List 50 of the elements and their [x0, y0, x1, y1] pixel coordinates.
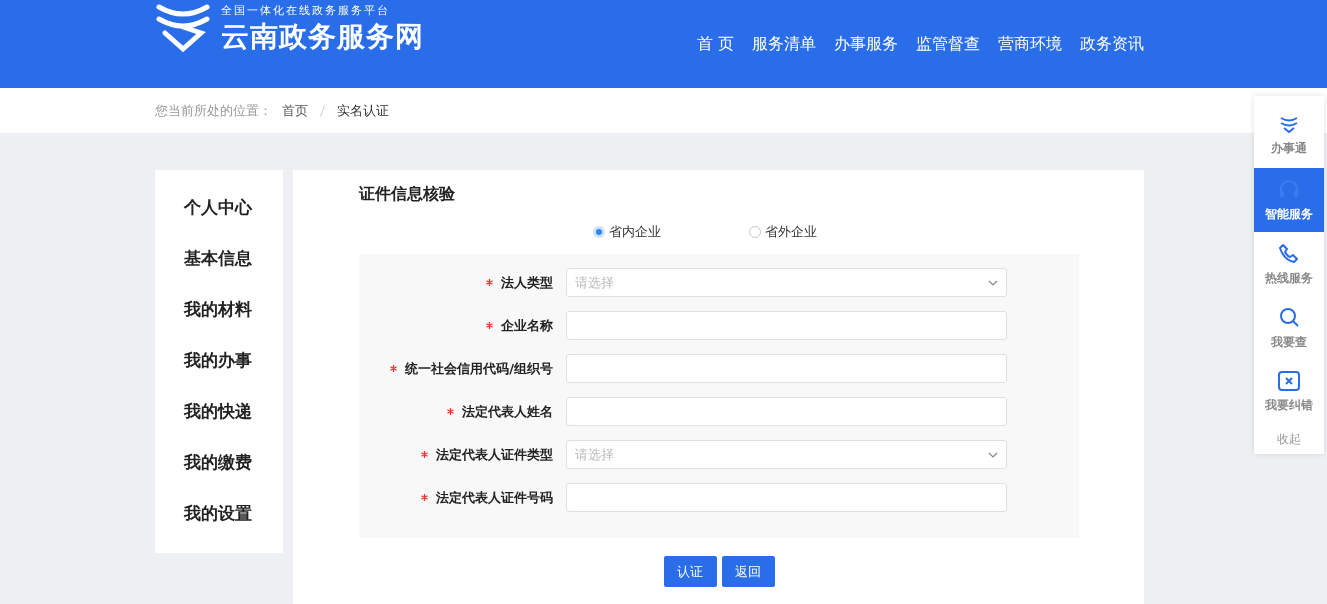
- field-label: 法定代表人证件号码: [436, 488, 553, 507]
- side-tool-button[interactable]: 智能服务: [1254, 168, 1324, 232]
- nav-link[interactable]: 办事服务: [834, 33, 898, 55]
- logo-icon: [155, 3, 211, 55]
- search-icon: [1278, 305, 1300, 328]
- input-field[interactable]: [566, 397, 1007, 426]
- field-label: 法定代表人姓名: [462, 402, 553, 421]
- sidebar-item[interactable]: 我的材料: [155, 298, 283, 324]
- breadcrumb-current: 实名认证: [337, 101, 389, 120]
- side-tool-button[interactable]: 办事通: [1254, 104, 1324, 168]
- sidebar-item[interactable]: 个人中心: [155, 196, 283, 222]
- slogan-text: 全国一体化在线政务服务平台: [221, 2, 391, 18]
- chevron-down-icon: [988, 451, 998, 458]
- select-placeholder: 请选择: [575, 445, 614, 464]
- field-label: 企业名称: [501, 316, 553, 335]
- sidebar-item[interactable]: 我的设置: [155, 502, 283, 528]
- site-title: 云南政务服务网: [221, 18, 424, 55]
- nav-link[interactable]: 首 页: [696, 33, 734, 55]
- input-field[interactable]: [566, 311, 1007, 340]
- nav-link[interactable]: 服务清单: [752, 33, 816, 55]
- phone-icon: [1278, 241, 1300, 264]
- side-tool-button[interactable]: 热线服务: [1254, 232, 1324, 296]
- radio-dot[interactable]: [749, 226, 761, 238]
- sidebar-item[interactable]: 我的办事: [155, 349, 283, 375]
- side-tool-button[interactable]: 我要查: [1254, 296, 1324, 360]
- nav-link[interactable]: 监管督查: [916, 33, 980, 55]
- breadcrumb-label: 您当前所处的位置：: [155, 101, 272, 120]
- nav-link[interactable]: 政务资讯: [1080, 33, 1144, 55]
- close-icon: [1278, 370, 1300, 391]
- back-button[interactable]: 返回: [721, 556, 775, 587]
- form-title: 证件信息核验: [359, 184, 456, 205]
- input-field[interactable]: [566, 354, 1007, 383]
- field-label: 法定代表人证件类型: [436, 445, 553, 464]
- radio-dot[interactable]: [593, 226, 605, 238]
- side-tool-button[interactable]: 我要纠错: [1254, 360, 1324, 424]
- select-placeholder: 请选择: [575, 273, 614, 292]
- nav-link[interactable]: 营商环境: [998, 33, 1062, 55]
- breadcrumb-link[interactable]: 首页: [282, 101, 308, 120]
- field-label: 法人类型: [501, 273, 553, 292]
- field-label: 统一社会信用代码/组织号: [405, 359, 553, 378]
- chevron-down-icon: [988, 279, 998, 286]
- sidebar-item[interactable]: 基本信息: [155, 247, 283, 273]
- input-field[interactable]: [566, 483, 1007, 512]
- collapse-button[interactable]: 收起: [1254, 424, 1324, 454]
- radio-option[interactable]: 省外企业: [749, 223, 817, 241]
- sidebar-item[interactable]: 我的快递: [155, 400, 283, 426]
- radio-option[interactable]: 省内企业: [593, 223, 661, 241]
- logo-icon: [1279, 115, 1299, 134]
- sidebar-item[interactable]: 我的缴费: [155, 451, 283, 477]
- verify-button[interactable]: 认证: [663, 556, 717, 587]
